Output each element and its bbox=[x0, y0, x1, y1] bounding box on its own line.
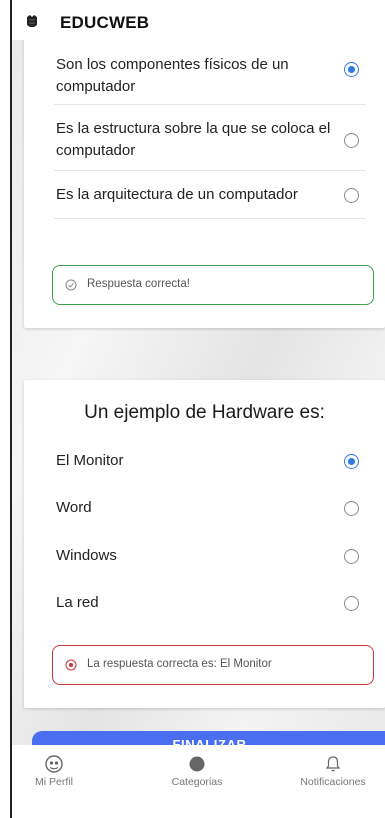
option-1-1[interactable]: Son los componentes físicos de un comput… bbox=[56, 54, 356, 98]
nav-item-profile[interactable]: Mi Perfil bbox=[12, 755, 109, 788]
feedback-text: La respuesta correcta es: El Monitor bbox=[87, 658, 272, 670]
radio-button[interactable] bbox=[344, 596, 359, 611]
feedback-text: Respuesta correcta! bbox=[87, 278, 190, 290]
radio-button-selected[interactable] bbox=[344, 454, 359, 469]
option-1-3[interactable]: Es la arquitectura de un computador bbox=[56, 184, 356, 206]
nav-item-categories[interactable]: Categorias bbox=[142, 755, 252, 788]
option-label: El Monitor bbox=[56, 452, 124, 469]
error-circle-icon bbox=[65, 659, 77, 671]
option-label: Es la arquitectura de un computador bbox=[56, 186, 298, 203]
radio-button[interactable] bbox=[344, 549, 359, 564]
question-title: Un ejemplo de Hardware es: bbox=[84, 402, 325, 423]
divider bbox=[54, 218, 366, 219]
bell-icon bbox=[325, 756, 341, 772]
divider bbox=[54, 104, 366, 105]
feedback-correct: Respuesta correcta! bbox=[52, 265, 374, 305]
option-label: Son los componentes físicos de un comput… bbox=[56, 56, 289, 95]
radio-button[interactable] bbox=[344, 501, 359, 516]
nav-item-notifications[interactable]: Notificaciones bbox=[278, 755, 385, 788]
feedback-incorrect: La respuesta correcta es: El Monitor bbox=[52, 645, 374, 685]
check-circle-icon bbox=[65, 279, 77, 291]
profile-icon bbox=[45, 755, 63, 773]
nav-label: Mi Perfil bbox=[35, 776, 73, 788]
nav-label: Notificaciones bbox=[300, 776, 366, 788]
option-label: Es la estructura sobre la que se coloca … bbox=[56, 120, 331, 159]
option-2-1[interactable]: El Monitor bbox=[56, 450, 356, 472]
app-header: EDUCWEB bbox=[12, 0, 385, 40]
question-card-2: Un ejemplo de Hardware es: El Monitor Wo… bbox=[24, 380, 385, 708]
divider bbox=[54, 170, 366, 171]
option-label: La red bbox=[56, 594, 99, 611]
option-2-3[interactable]: Windows bbox=[56, 545, 356, 567]
nav-label: Categorias bbox=[171, 776, 223, 788]
app-screen: Son los componentes físicos de un comput… bbox=[10, 0, 385, 818]
option-1-2[interactable]: Es la estructura sobre la que se coloca … bbox=[56, 118, 356, 162]
option-label: Windows bbox=[56, 547, 117, 564]
option-label: Word bbox=[56, 499, 92, 516]
radio-button-selected[interactable] bbox=[344, 62, 359, 77]
radio-button[interactable] bbox=[344, 188, 359, 203]
app-title: EDUCWEB bbox=[60, 13, 150, 32]
radio-button[interactable] bbox=[344, 133, 359, 148]
question-card-1: Son los componentes físicos de un comput… bbox=[24, 20, 385, 328]
option-2-4[interactable]: La red bbox=[56, 592, 356, 614]
bottom-navigation: Mi Perfil Categorias Notificaciones bbox=[12, 745, 385, 818]
categories-icon bbox=[189, 756, 205, 772]
option-2-2[interactable]: Word bbox=[56, 497, 356, 519]
logo-icon bbox=[27, 15, 37, 27]
